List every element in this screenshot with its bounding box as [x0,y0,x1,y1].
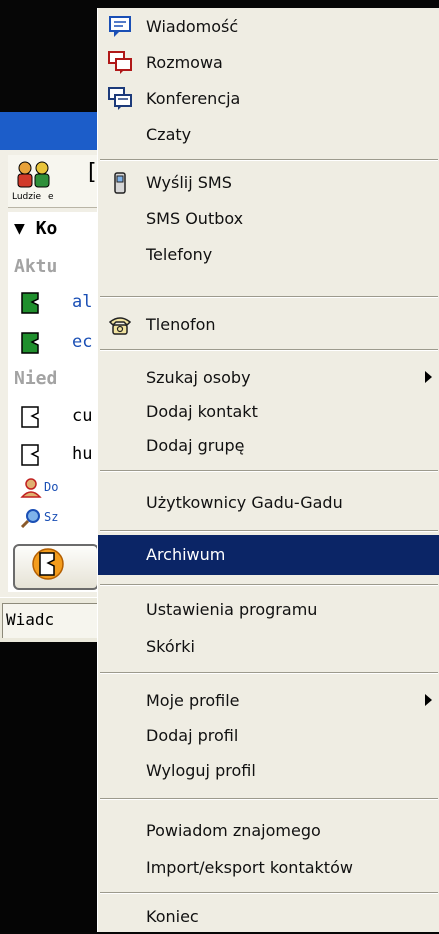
message-icon [109,16,131,37]
menu-item-label: Telefony [146,245,213,264]
menu-item-archiwum[interactable]: Archiwum [98,535,439,575]
menu-item-dodaj-profil[interactable]: Dodaj profil [98,719,439,753]
online-status-icon [21,332,39,354]
contact-name[interactable]: hu [72,444,92,464]
menu-separator [100,672,438,674]
contact-list-window: Ludzie e [ ▼ Ko Aktu al ec Nied cu hu Do… [0,0,102,932]
offline-status-icon [21,444,39,466]
menu-item-sms-outbox[interactable]: SMS Outbox [98,202,439,236]
menu-item-wyloguj-profil[interactable]: Wyloguj profil [98,754,439,788]
desktop-background [0,0,100,112]
desktop-background-lower [0,640,100,932]
add-contact-link[interactable]: Do [44,480,58,494]
menu-item-label: Skórki [146,637,195,656]
tab-label: Wiadc [6,610,55,629]
group-header-niedostepni[interactable]: Nied [14,368,57,389]
contact-name[interactable]: cu [72,406,92,426]
menu-item-moje-profile[interactable]: Moje profile [98,684,439,718]
menu-item-label: SMS Outbox [146,209,244,228]
menu-item-ustawienia-programu[interactable]: Ustawienia programu [98,593,439,627]
menu-item-label: Import/eksport kontaktów [146,858,353,877]
context-menu: Wiadomość Rozmowa Konferencja Czaty Wyśl… [97,8,439,932]
online-status-icon [21,292,39,314]
submenu-arrow-icon [425,694,432,706]
contact-name[interactable]: ec [72,332,92,352]
menu-item-label: Dodaj kontakt [146,402,258,421]
menu-item-powiadom-znajomego[interactable]: Powiadom znajomego [98,814,439,848]
menu-item-szukaj-osoby[interactable]: Szukaj osoby [98,361,439,395]
conference-icon [108,87,132,110]
toolbar-button-edge[interactable]: [ [88,160,97,185]
menu-separator [100,584,438,586]
menu-separator [100,470,438,472]
people-label: Ludzie [12,192,42,202]
contact-name[interactable]: al [72,292,92,312]
menu-item-label: Szukaj osoby [146,368,251,387]
menu-item-koniec[interactable]: Koniec [98,900,439,934]
phone-icon [114,172,126,194]
menu-item-wyslij-sms[interactable]: Wyślij SMS [98,166,439,200]
menu-item-label: Koniec [146,907,199,926]
menu-item-label: Dodaj grupę [146,436,245,455]
menu-item-import-eksport[interactable]: Import/eksport kontaktów [98,851,439,885]
menu-item-wiadomosc[interactable]: Wiadomość [98,10,439,44]
add-person-icon [20,478,42,498]
menu-item-label: Ustawienia programu [146,600,318,619]
menu-item-uzytkownicy-gadu-gadu[interactable]: Użytkownicy Gadu-Gadu [98,486,439,520]
menu-separator [100,892,438,894]
menu-item-label: Wyloguj profil [146,761,256,780]
menu-item-label: Dodaj profil [146,726,239,745]
group-header-kontakty[interactable]: ▼ Ko [14,218,57,239]
menu-item-label: Powiadom znajomego [146,821,321,840]
menu-item-telefony[interactable]: Telefony [98,238,439,272]
menu-separator [100,296,438,298]
telephone-icon [108,317,132,335]
chevron-down-icon: ▼ [14,218,25,239]
menu-item-rozmowa[interactable]: Rozmowa [98,46,439,80]
search-link[interactable]: Sz [44,510,58,524]
offline-status-icon [21,406,39,428]
menu-item-czaty[interactable]: Czaty [98,118,439,152]
menu-item-label: Użytkownicy Gadu-Gadu [146,493,343,512]
menu-item-label: Wiadomość [146,17,239,36]
menu-item-label: Czaty [146,125,192,144]
menu-item-tlenofon[interactable]: Tlenofon [98,308,439,342]
menu-item-label: Rozmowa [146,53,223,72]
submenu-arrow-icon [425,371,432,383]
menu-separator [100,530,438,532]
menu-item-konferencja[interactable]: Konferencja [98,82,439,116]
menu-separator [100,159,438,161]
menu-item-label: Moje profile [146,691,240,710]
status-face-icon [32,548,64,580]
menu-item-label: Konferencja [146,89,241,108]
people-icon[interactable] [14,160,56,190]
people-label-cut: e [48,192,54,202]
group-header-aktualne[interactable]: Aktu [14,256,57,277]
menu-item-label: Tlenofon [146,315,216,334]
menu-item-skorki[interactable]: Skórki [98,630,439,664]
menu-separator [100,349,438,351]
menu-item-label: Archiwum [146,545,226,564]
menu-separator [100,798,438,800]
search-icon [20,509,40,528]
menu-item-label: Wyślij SMS [146,173,232,192]
window-titlebar[interactable] [0,112,100,150]
menu-item-dodaj-kontakt[interactable]: Dodaj kontakt [98,395,439,429]
chat-icon [108,51,132,74]
menu-item-dodaj-grupe[interactable]: Dodaj grupę [98,429,439,463]
